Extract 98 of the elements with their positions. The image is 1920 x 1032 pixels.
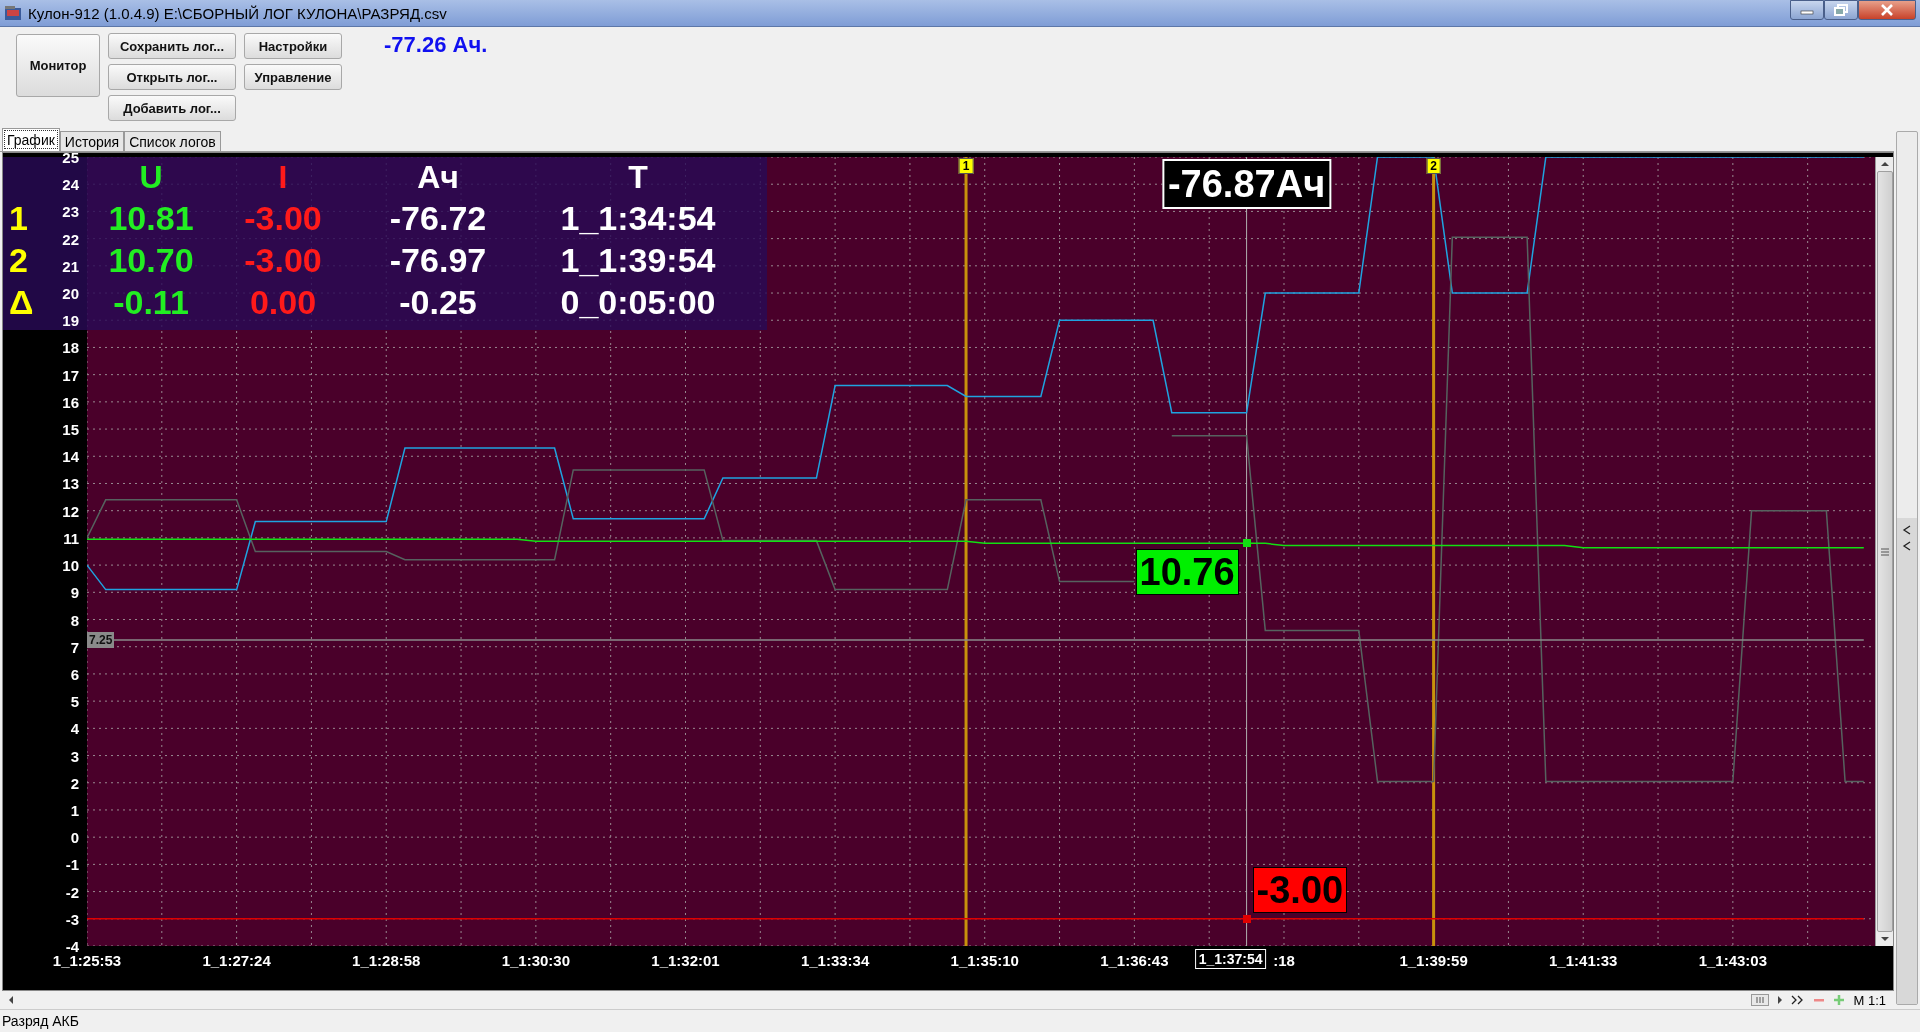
axis-label: 21 — [62, 257, 79, 275]
readout-value: -3.00 — [243, 198, 323, 238]
axis-label: -4 — [65, 937, 79, 955]
total-capacity: -77.26 Ач. — [384, 32, 488, 58]
axis-label: 1_1:39:59 — [1399, 952, 1468, 969]
readout-value: -0.11 — [112, 282, 190, 322]
axis-label: 5 — [70, 692, 79, 710]
side-scrollbar[interactable] — [1896, 131, 1918, 1005]
axis-label: 25 — [62, 148, 79, 166]
maximize-button[interactable] — [1824, 0, 1858, 20]
row-label: 1 — [8, 198, 28, 238]
readout-value: -76.97 — [388, 240, 488, 280]
column-header: Ач — [416, 158, 460, 196]
axis-label: 15 — [62, 420, 79, 438]
log-button[interactable]: Добавить лог... — [108, 95, 236, 121]
axis-label: 4 — [70, 719, 79, 737]
grip-icon — [1879, 547, 1890, 556]
readout-value: 0_0:05:00 — [559, 282, 717, 322]
restore-icon — [1834, 4, 1848, 16]
cursor-label[interactable]: 2 — [1426, 158, 1441, 174]
close-button[interactable] — [1858, 0, 1916, 20]
close-icon — [1880, 4, 1894, 16]
up-arrow-icon — [1879, 161, 1890, 167]
app-icon — [4, 5, 22, 21]
readout-value: 10.70 — [107, 240, 195, 280]
grip-icon[interactable] — [1751, 994, 1770, 1006]
axis-label: 24 — [62, 175, 79, 193]
axis-label: 20 — [62, 284, 79, 302]
axis-label: 16 — [62, 393, 79, 411]
axis-label: 10 — [62, 556, 79, 574]
column-header: I — [277, 158, 289, 196]
axis-label: 1_1:25:53 — [52, 952, 122, 969]
axis-label: 6 — [70, 665, 79, 683]
column-header: T — [627, 158, 649, 196]
axis-label: -2 — [65, 883, 79, 901]
log-button[interactable]: Открыть лог... — [108, 64, 236, 90]
axis-label: 19 — [62, 311, 79, 329]
minimize-button[interactable] — [1790, 0, 1824, 20]
axis-label: 9 — [70, 583, 79, 601]
axis-label: 1_1:32:01 — [651, 952, 720, 969]
axis-label: 11 — [63, 529, 79, 547]
axis-label: 7 — [70, 638, 79, 656]
menu-button[interactable]: Настройки — [244, 33, 342, 59]
cursor-line[interactable] — [964, 157, 968, 946]
tab[interactable]: График — [2, 128, 60, 151]
status-text: Разряд АКБ — [2, 1013, 79, 1029]
cursor-line[interactable] — [1432, 157, 1436, 946]
scale-label: M 1:1 — [1853, 992, 1886, 1008]
readout-value: 1_1:34:54 — [559, 198, 717, 238]
current-point — [1242, 914, 1251, 923]
readout-value: -0.25 — [398, 282, 478, 322]
capacity-readout: -76.87Ач — [1161, 159, 1332, 209]
axis-label: 17 — [62, 366, 79, 384]
voltage-point — [1242, 539, 1251, 548]
monitor-button[interactable]: Монитор — [16, 34, 100, 97]
cursor-label[interactable]: 1 — [958, 158, 974, 174]
axis-label: 14 — [62, 447, 79, 465]
axis-label: 1_1:30:30 — [501, 952, 571, 969]
readout-value: 10.81 — [107, 198, 195, 238]
axis-label: 18 — [62, 338, 79, 356]
axis-label: 1_1:36:43 — [1100, 952, 1169, 969]
axis-label: 22 — [62, 230, 79, 248]
axis-label: :18 — [1273, 952, 1295, 969]
axis-label: 12 — [62, 502, 79, 520]
axis-label: 3 — [70, 747, 79, 765]
log-button[interactable]: Сохранить лог... — [108, 33, 236, 59]
menu-button[interactable]: Управление — [244, 64, 342, 90]
axis-label: 1 — [70, 801, 79, 819]
axis-label: 0 — [70, 828, 79, 846]
axis-label: 1_1:43:03 — [1698, 952, 1768, 969]
axis-label: 1_1:35:10 — [950, 952, 1019, 969]
down-arrow-icon — [1879, 936, 1890, 942]
axis-label: -1 — [65, 855, 79, 873]
voltage-readout: 10.76 — [1135, 549, 1239, 596]
axis-label: 1_1:41:33 — [1549, 952, 1618, 969]
axis-label: 23 — [62, 202, 79, 220]
readout-value: 0.00 — [248, 282, 318, 322]
time-readout: 1_1:37:54 — [1194, 949, 1267, 969]
reference-label: 7.25 — [87, 631, 115, 648]
axis-label: 8 — [70, 611, 79, 628]
axis-label: 1_1:33:34 — [800, 952, 870, 969]
right-arrow-icon[interactable] — [1777, 995, 1784, 1005]
axis-label: 1_1:27:24 — [202, 952, 271, 969]
axis-label: 2 — [70, 774, 79, 792]
tab[interactable]: История — [59, 131, 125, 151]
axis-label: 13 — [62, 474, 79, 492]
readout-value: -3.00 — [243, 240, 323, 280]
window-title: Кулон-912 (1.0.4.9) E:\СБОРНЫЙ ЛОГ КУЛОНА\РАЗРЯД.csv — [28, 4, 447, 22]
axis-label: -3 — [65, 910, 79, 928]
axis-label: 1_1:28:58 — [352, 952, 421, 969]
readout-value: -76.72 — [388, 198, 488, 238]
left-arrow-icon[interactable] — [8, 995, 14, 1005]
readout-value: 1_1:39:54 — [559, 240, 717, 280]
tab[interactable]: Список логов — [124, 131, 221, 151]
row-label: Δ — [8, 282, 34, 322]
current-readout: -3.00 — [1252, 866, 1348, 913]
column-header: U — [138, 158, 164, 196]
row-label: 2 — [8, 240, 28, 280]
